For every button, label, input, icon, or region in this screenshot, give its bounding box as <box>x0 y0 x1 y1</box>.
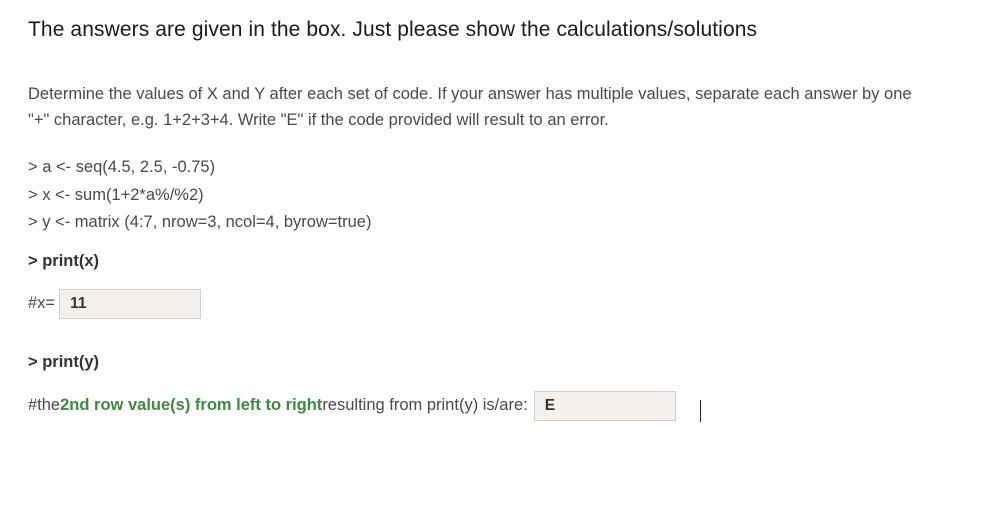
code-line-x: > x <- sum(1+2*a%/%2) <box>28 183 953 209</box>
answer-x-label: #x= <box>28 294 55 313</box>
print-x-line: > print(x) <box>28 252 953 271</box>
answer-x-row: #x= <box>28 289 201 319</box>
code-line-y: > y <- matrix (4:7, nrow=3, ncol=4, byro… <box>28 210 953 236</box>
footer-highlight: 2nd row value(s) from left to right <box>60 393 322 419</box>
answer-y-input[interactable] <box>534 391 676 421</box>
code-line-a: > a <- seq(4.5, 2.5, -0.75) <box>28 155 953 181</box>
footer-suffix: resulting from print(y) is/are: <box>322 393 527 419</box>
answer-y-row: #the 2nd row value(s) from left to right… <box>28 390 953 422</box>
print-y-line: > print(y) <box>28 353 953 372</box>
answer-x-input[interactable] <box>59 289 201 319</box>
footer-prefix: #the <box>28 393 60 419</box>
page-title: The answers are given in the box. Just p… <box>28 18 953 42</box>
instructions-text: Determine the values of X and Y after ea… <box>28 82 928 133</box>
text-cursor <box>700 400 701 422</box>
